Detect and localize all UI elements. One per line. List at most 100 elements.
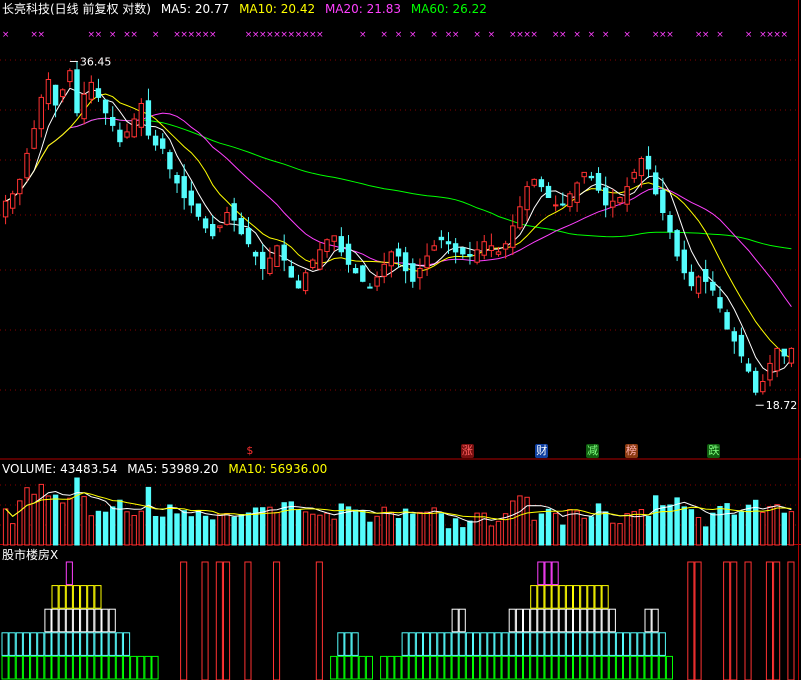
building-floor xyxy=(587,608,595,633)
signal-marker: × xyxy=(316,30,324,40)
building-column xyxy=(744,561,752,680)
building-column xyxy=(215,561,223,680)
building-floor xyxy=(580,632,588,656)
volume-bar xyxy=(510,500,516,546)
volume-bar xyxy=(410,513,416,546)
signal-marker: × xyxy=(781,30,789,40)
high-price-label: 36.45 xyxy=(80,55,112,68)
chart-canvas[interactable]: × × × × × × × × × × × × × × × × × × × × × × × × × × × × × × × × × × × × × × × ×… xyxy=(0,0,801,680)
volume-bar xyxy=(767,506,773,546)
candle-body xyxy=(302,272,309,292)
building-floor xyxy=(665,655,674,680)
building-floor xyxy=(380,655,388,680)
building-floor xyxy=(8,632,16,656)
building-column xyxy=(773,561,781,680)
event-badge[interactable]: 榜 xyxy=(624,444,638,458)
building-floor xyxy=(415,632,423,656)
building-floor xyxy=(65,655,73,680)
event-badge[interactable]: $ xyxy=(243,444,256,458)
event-badge[interactable]: 涨 xyxy=(460,444,474,458)
volume-bar xyxy=(424,511,430,546)
volume-bar xyxy=(624,513,630,546)
candle-body xyxy=(467,254,473,257)
candle-body xyxy=(310,259,316,269)
building-floor xyxy=(558,632,566,656)
building-floor xyxy=(94,585,102,609)
building-floor xyxy=(565,585,574,609)
building-floor xyxy=(465,655,473,680)
volume-bar xyxy=(481,512,487,546)
building-floor xyxy=(544,655,552,680)
building-floor xyxy=(51,655,59,680)
building-floor xyxy=(51,632,59,656)
building-floor xyxy=(123,632,131,656)
candle-body xyxy=(160,138,166,149)
candle-body xyxy=(131,118,137,138)
signal-marker: × xyxy=(152,30,160,40)
volume-bar xyxy=(402,508,409,546)
building-floor xyxy=(651,655,659,680)
building-column xyxy=(694,561,702,680)
ma10-readout: MA10: 20.42 xyxy=(239,2,316,16)
candle-body xyxy=(288,266,295,278)
building-floor xyxy=(551,655,559,680)
building-floor xyxy=(494,632,502,656)
volume-bar xyxy=(102,511,109,546)
building-floor xyxy=(658,632,666,656)
candle-body xyxy=(767,362,773,381)
building-floor xyxy=(473,655,481,680)
volume-bar xyxy=(445,528,452,546)
building-floor xyxy=(108,655,116,680)
ma5-line xyxy=(5,87,792,374)
low-price-label: 18.72 xyxy=(766,399,798,412)
candle-body xyxy=(474,249,480,263)
volume-bar xyxy=(560,524,566,546)
building-floor xyxy=(530,632,538,656)
building-floor xyxy=(58,655,66,680)
building-floor xyxy=(65,561,73,586)
volume-bar xyxy=(274,512,280,546)
signal-marker: × xyxy=(745,30,753,40)
building-floor xyxy=(344,632,352,656)
event-badge[interactable]: 财 xyxy=(535,444,549,458)
candle-body xyxy=(24,152,30,179)
volume-bar xyxy=(310,513,316,546)
building-floor xyxy=(437,655,445,680)
building-floor xyxy=(44,655,52,680)
building-floor xyxy=(80,632,88,656)
candle-body xyxy=(581,171,587,178)
event-badge[interactable]: 减 xyxy=(585,444,599,458)
building-floor xyxy=(115,632,123,656)
volume-bar xyxy=(417,511,423,546)
volume-bar xyxy=(38,483,44,546)
building-floor xyxy=(544,632,552,656)
building-floor xyxy=(44,632,52,656)
building-floor xyxy=(615,632,624,656)
building-floor xyxy=(587,655,595,680)
candle-body xyxy=(345,243,352,265)
candle-body xyxy=(631,171,637,179)
candle-body xyxy=(417,268,423,279)
building-floor xyxy=(444,632,452,656)
signal-marker: × xyxy=(716,30,724,40)
event-badge[interactable]: 跌 xyxy=(707,444,721,458)
building-floor xyxy=(644,655,652,680)
candle-body xyxy=(402,252,409,272)
candle-body xyxy=(17,178,23,195)
volume-bar xyxy=(331,518,337,546)
building-floor xyxy=(65,585,73,609)
volume-bar xyxy=(495,520,502,546)
building-floor xyxy=(594,608,602,633)
volume-bar xyxy=(81,496,87,546)
candle-body xyxy=(95,88,102,98)
candle-body xyxy=(324,239,330,252)
volume-bar xyxy=(474,512,480,546)
candle-body xyxy=(360,265,366,282)
signal-marker: × xyxy=(109,30,117,40)
building-column xyxy=(201,561,209,680)
building-floor xyxy=(644,632,652,656)
building-column xyxy=(765,561,774,680)
candle-body xyxy=(681,249,687,274)
building-floor xyxy=(72,655,81,680)
candle-body xyxy=(374,276,380,287)
